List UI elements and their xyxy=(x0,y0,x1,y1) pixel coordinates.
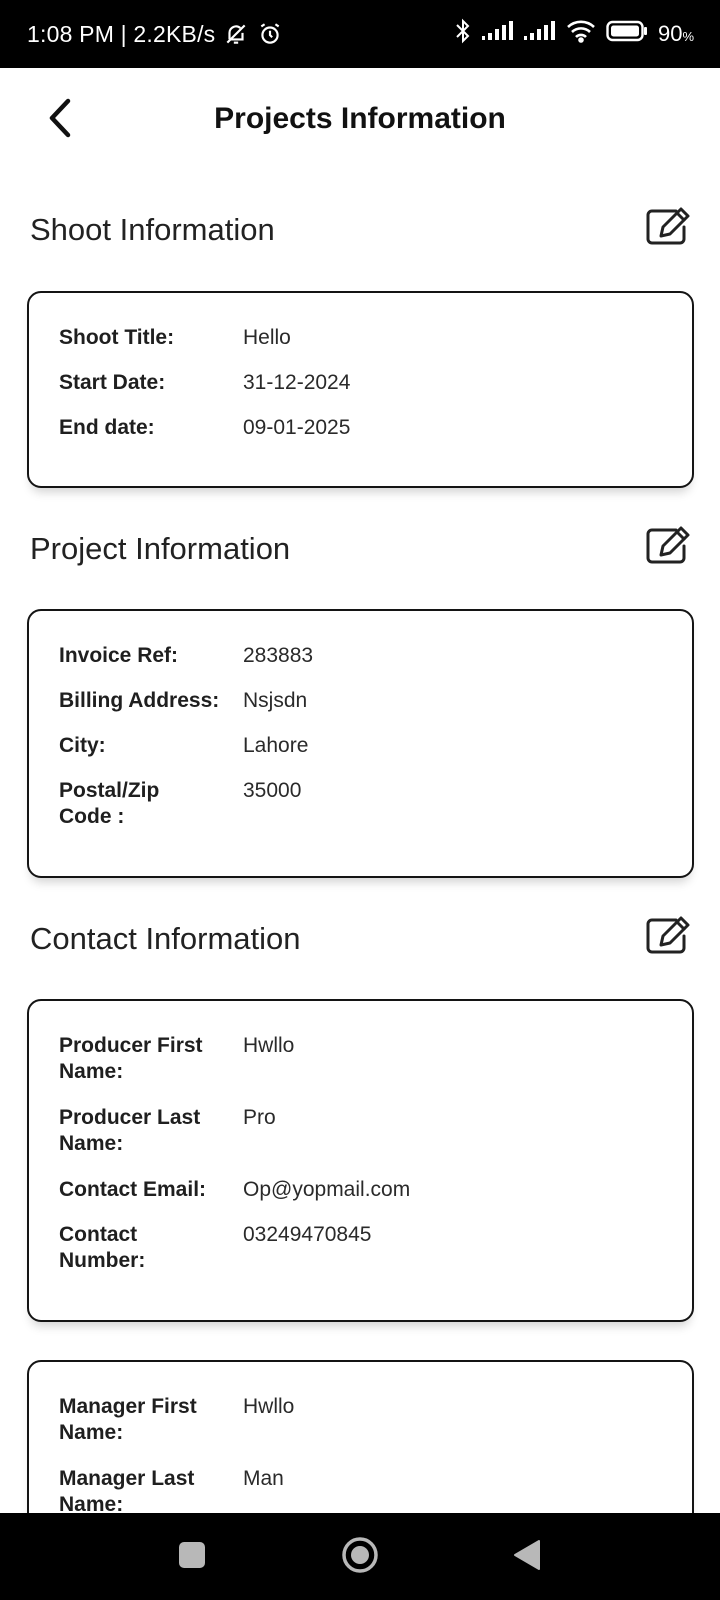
row-value: Hwllo xyxy=(243,1395,295,1418)
contact-section-title: Contact Information xyxy=(30,921,301,956)
status-time-speed: 1:08 PM | 2.2KB/s xyxy=(27,20,216,47)
bell-off-icon xyxy=(223,21,249,47)
row-value: Hello xyxy=(243,326,291,349)
producer-row: Contact Number: 03249470845 xyxy=(59,1222,672,1274)
producer-row: Contact Email: Op@yopmail.com xyxy=(59,1177,672,1203)
project-row: Billing Address: Nsjsdn xyxy=(59,688,672,714)
triangle-back-icon xyxy=(512,1539,542,1576)
shoot-row: Shoot Title: Hello xyxy=(59,325,672,351)
project-section-title: Project Information xyxy=(30,531,291,566)
square-icon xyxy=(178,1541,206,1574)
row-label: Postal/Zip Code : xyxy=(59,779,160,828)
row-value: 31-12-2024 xyxy=(243,371,351,394)
wifi-icon xyxy=(566,19,596,49)
row-label: Contact Email: xyxy=(59,1178,207,1201)
edit-icon xyxy=(644,206,692,251)
row-label: End date: xyxy=(59,416,155,439)
row-label: Manager Last Name: xyxy=(59,1467,195,1516)
status-bar: 1:08 PM | 2.2KB/s 90% xyxy=(0,0,720,68)
row-value: 03249470845 xyxy=(243,1223,372,1246)
row-value: Hwllo xyxy=(243,1034,295,1057)
row-label: Shoot Title: xyxy=(59,326,175,349)
battery-value: 90 xyxy=(657,21,683,46)
circle-icon xyxy=(341,1536,379,1579)
producer-card: Producer First Name: Hwllo Producer Last… xyxy=(27,999,694,1322)
row-value: 09-01-2025 xyxy=(243,416,351,439)
status-left: 1:08 PM | 2.2KB/s xyxy=(27,21,283,48)
project-row: Invoice Ref: 283883 xyxy=(59,643,672,669)
system-nav-bar xyxy=(0,1513,720,1600)
page-title: Projects Information xyxy=(214,102,506,135)
project-card: Invoice Ref: 283883 Billing Address: Nsj… xyxy=(27,609,694,878)
row-label: City: xyxy=(59,734,106,757)
shoot-row: End date: 09-01-2025 xyxy=(59,415,672,441)
recent-apps-button[interactable] xyxy=(170,1535,214,1579)
row-value: Pro xyxy=(243,1106,276,1129)
row-value: Lahore xyxy=(243,734,309,757)
row-value: Man xyxy=(243,1467,284,1490)
row-label: Contact Number: xyxy=(59,1223,146,1272)
edit-shoot-button[interactable] xyxy=(644,207,692,249)
shoot-section-title: Shoot Information xyxy=(30,212,275,247)
project-row: City: Lahore xyxy=(59,733,672,759)
battery-unit: % xyxy=(682,29,694,44)
row-value: Op@yopmail.com xyxy=(243,1178,411,1201)
row-label: Start Date: xyxy=(59,371,166,394)
row-label: Manager First Name: xyxy=(59,1395,197,1444)
row-value: 35000 xyxy=(243,779,302,802)
producer-row: Producer Last Name: Pro xyxy=(59,1105,672,1157)
manager-row: Manager First Name: Hwllo xyxy=(59,1394,672,1446)
row-value: 283883 xyxy=(243,644,314,667)
battery-icon xyxy=(606,20,648,48)
project-row: Postal/Zip Code : 35000 xyxy=(59,778,672,830)
row-label: Producer First Name: xyxy=(59,1034,203,1083)
app-header: Projects Information xyxy=(0,68,720,172)
status-right: 90% xyxy=(454,18,694,50)
producer-row: Producer First Name: Hwllo xyxy=(59,1033,672,1085)
signal-icon-2 xyxy=(523,20,556,48)
edit-project-button[interactable] xyxy=(644,526,692,568)
bluetooth-icon xyxy=(454,18,472,50)
row-label: Invoice Ref: xyxy=(59,644,179,667)
edit-contact-button[interactable] xyxy=(644,916,692,958)
row-label: Producer Last Name: xyxy=(59,1106,201,1155)
row-value: Nsjsdn xyxy=(243,689,308,712)
alarm-icon xyxy=(257,21,283,47)
shoot-card: Shoot Title: Hello Start Date: 31-12-202… xyxy=(27,291,694,488)
edit-icon xyxy=(644,915,692,960)
manager-row: Manager Last Name: Man xyxy=(59,1466,672,1518)
home-button[interactable] xyxy=(338,1535,382,1579)
back-nav-button[interactable] xyxy=(505,1535,549,1579)
edit-icon xyxy=(644,525,692,570)
battery-level: 90% xyxy=(658,21,694,47)
signal-icon-1 xyxy=(481,20,514,48)
shoot-row: Start Date: 31-12-2024 xyxy=(59,370,672,396)
row-label: Billing Address: xyxy=(59,689,220,712)
